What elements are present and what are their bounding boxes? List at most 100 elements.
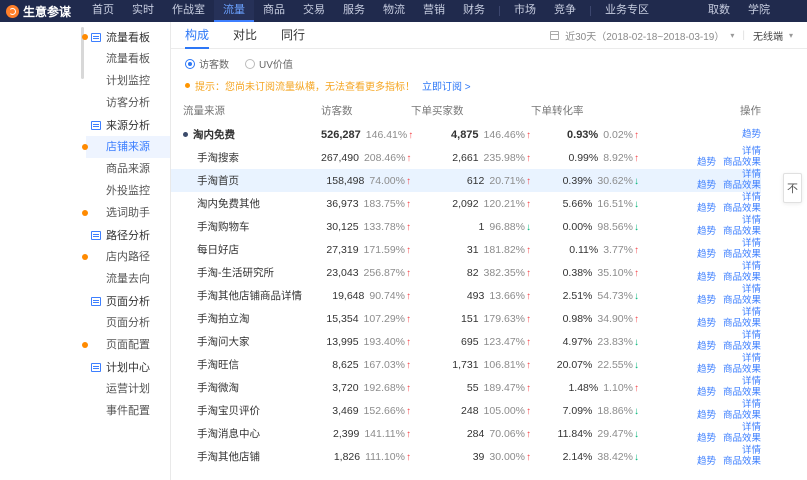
sidebar-item-page-analysis[interactable]: 页面分析 bbox=[86, 312, 170, 334]
metric-radio-uv-value[interactable]: UV价值 bbox=[245, 56, 293, 71]
trend-link[interactable]: 趋势 bbox=[697, 180, 716, 191]
tab-composition[interactable]: 构成 bbox=[185, 22, 209, 49]
product-effect-link[interactable]: 商品效果 bbox=[723, 410, 761, 421]
sidebar-group-plan-center[interactable]: 计划中心 bbox=[86, 356, 170, 378]
sidebar-group-source-analysis[interactable]: 来源分析 bbox=[86, 114, 170, 136]
sidebar-item-instore-path[interactable]: 店内路径 bbox=[86, 246, 170, 268]
trend-link[interactable]: 趋势 bbox=[697, 387, 716, 398]
trend-link[interactable]: 趋势 bbox=[697, 341, 716, 352]
product-effect-link[interactable]: 商品效果 bbox=[723, 318, 761, 329]
detail-link[interactable]: 详情 bbox=[742, 169, 761, 180]
detail-link[interactable]: 详情 bbox=[742, 445, 761, 456]
product-effect-link[interactable]: 商品效果 bbox=[723, 180, 761, 191]
detail-link[interactable]: 详情 bbox=[742, 353, 761, 364]
sidebar-item-page-config[interactable]: 页面配置 bbox=[86, 334, 170, 356]
trend-link[interactable]: 趋势 bbox=[697, 364, 716, 375]
nav-item-logistics[interactable]: 物流 bbox=[374, 0, 414, 22]
detail-link[interactable]: 详情 bbox=[742, 284, 761, 295]
trend-link[interactable]: 趋势 bbox=[697, 203, 716, 214]
nav-item-realtime[interactable]: 实时 bbox=[123, 0, 163, 22]
trend-link[interactable]: 趋势 bbox=[697, 226, 716, 237]
detail-link[interactable]: 详情 bbox=[742, 261, 761, 272]
product-effect-link[interactable]: 商品效果 bbox=[723, 341, 761, 352]
trend-link[interactable]: 趋势 bbox=[697, 157, 716, 168]
detail-link[interactable]: 详情 bbox=[742, 330, 761, 341]
feedback-tab[interactable]: 不 bbox=[783, 173, 802, 203]
nav-item-data-fetch[interactable]: 取数 bbox=[699, 0, 739, 22]
nav-item-market[interactable]: 市场 bbox=[505, 0, 545, 22]
product-effect-link[interactable]: 商品效果 bbox=[723, 387, 761, 398]
detail-link[interactable]: 详情 bbox=[742, 307, 761, 318]
expand-dot-icon[interactable] bbox=[183, 132, 188, 137]
trend-link[interactable]: 趋势 bbox=[697, 318, 716, 329]
tab-compare[interactable]: 对比 bbox=[233, 22, 257, 49]
subscribe-link[interactable]: 立即订阅 > bbox=[422, 78, 471, 93]
nav-item-academy[interactable]: 学院 bbox=[739, 0, 779, 22]
table-row[interactable]: 手淘首页158,49874.00%↑61220.71%↑0.39%30.62%↓… bbox=[171, 169, 761, 192]
table-row[interactable]: 手淘-生活研究所23,043256.87%↑82382.35%↑0.38%35.… bbox=[171, 261, 761, 284]
nav-item-traffic[interactable]: 流量 bbox=[214, 0, 254, 22]
table-row[interactable]: 手淘搜索267,490208.46%↑2,661235.98%↑0.99%8.9… bbox=[171, 146, 761, 169]
metric-radio-visitors[interactable]: 访客数 bbox=[185, 56, 229, 71]
trend-link[interactable]: 趋势 bbox=[697, 249, 716, 260]
trend-link[interactable]: 趋势 bbox=[697, 295, 716, 306]
sidebar-item-product-source[interactable]: 商品来源 bbox=[86, 158, 170, 180]
nav-item-marketing[interactable]: 营销 bbox=[414, 0, 454, 22]
product-effect-link[interactable]: 商品效果 bbox=[723, 272, 761, 283]
table-row[interactable]: 每日好店27,319171.59%↑31181.82%↑0.11%3.77%↑详… bbox=[171, 238, 761, 261]
product-effect-link[interactable]: 商品效果 bbox=[723, 203, 761, 214]
table-row[interactable]: 手淘问大家13,995193.40%↑695123.47%↑4.97%23.83… bbox=[171, 330, 761, 353]
sidebar-item-traffic-destination[interactable]: 流量去向 bbox=[86, 268, 170, 290]
nav-item-home[interactable]: 首页 bbox=[83, 0, 123, 22]
sidebar-item-external-monitor[interactable]: 外投监控 bbox=[86, 180, 170, 202]
sidebar-item-plan-monitor[interactable]: 计划监控 bbox=[86, 70, 170, 92]
table-row[interactable]: 淘内免费526,287146.41%↑4,875146.46%↑0.93%0.0… bbox=[171, 123, 761, 146]
detail-link[interactable]: 详情 bbox=[742, 399, 761, 410]
detail-link[interactable]: 详情 bbox=[742, 146, 761, 157]
trend-link[interactable]: 趋势 bbox=[742, 129, 761, 140]
detail-link[interactable]: 详情 bbox=[742, 376, 761, 387]
table-row[interactable]: 手淘消息中心2,399141.11%↑28470.06%↑11.84%29.47… bbox=[171, 422, 761, 445]
table-row[interactable]: 手淘拍立淘15,354107.29%↑151179.63%↑0.98%34.90… bbox=[171, 307, 761, 330]
nav-item-finance[interactable]: 财务 bbox=[454, 0, 494, 22]
nav-item-war-room[interactable]: 作战室 bbox=[163, 0, 214, 22]
nav-item-business-zone[interactable]: 业务专区 bbox=[596, 0, 658, 22]
sidebar-item-shop-source[interactable]: 店铺来源 bbox=[86, 136, 170, 158]
product-effect-link[interactable]: 商品效果 bbox=[723, 157, 761, 168]
product-effect-link[interactable]: 商品效果 bbox=[723, 249, 761, 260]
date-range-selector[interactable]: 近30天（2018-02-18~2018-03-19） bbox=[565, 28, 724, 43]
app-logo[interactable]: 生意参谋 bbox=[0, 3, 83, 20]
sidebar-item-event-config[interactable]: 事件配置 bbox=[86, 400, 170, 422]
detail-link[interactable]: 详情 bbox=[742, 238, 761, 249]
detail-link[interactable]: 详情 bbox=[742, 215, 761, 226]
table-row[interactable]: 手淘宝贝评价3,469152.66%↑248105.00%↑7.09%18.86… bbox=[171, 399, 761, 422]
sidebar-item-visitor-analysis[interactable]: 访客分析 bbox=[86, 92, 170, 114]
product-effect-link[interactable]: 商品效果 bbox=[723, 226, 761, 237]
channel-selector[interactable]: 无线端 bbox=[753, 28, 783, 43]
sidebar-group-traffic-dashboard[interactable]: 流量看板 bbox=[86, 26, 170, 48]
sidebar-item-traffic-dashboard[interactable]: 流量看板 bbox=[86, 48, 170, 70]
sidebar-group-path-analysis[interactable]: 路径分析 bbox=[86, 224, 170, 246]
table-row[interactable]: 手淘其他店铺商品详情19,64890.74%↑49313.66%↑2.51%54… bbox=[171, 284, 761, 307]
product-effect-link[interactable]: 商品效果 bbox=[723, 364, 761, 375]
nav-item-trade[interactable]: 交易 bbox=[294, 0, 334, 22]
trend-link[interactable]: 趋势 bbox=[697, 272, 716, 283]
table-row[interactable]: 手淘购物车30,125133.78%↑196.88%↓0.00%98.56%↓详… bbox=[171, 215, 761, 238]
sidebar-group-page-analysis[interactable]: 页面分析 bbox=[86, 290, 170, 312]
detail-link[interactable]: 详情 bbox=[742, 422, 761, 433]
table-row[interactable]: 手淘微淘3,720192.68%↑55189.47%↑1.48%1.10%↑详情… bbox=[171, 376, 761, 399]
product-effect-link[interactable]: 商品效果 bbox=[723, 433, 761, 444]
tab-peers[interactable]: 同行 bbox=[281, 22, 305, 49]
trend-link[interactable]: 趋势 bbox=[697, 456, 716, 467]
trend-link[interactable]: 趋势 bbox=[697, 410, 716, 421]
table-row[interactable]: 淘内免费其他36,973183.75%↑2,092120.21%↑5.66%16… bbox=[171, 192, 761, 215]
nav-item-competition[interactable]: 竞争 bbox=[545, 0, 585, 22]
trend-link[interactable]: 趋势 bbox=[697, 433, 716, 444]
sidebar-item-operation-plan[interactable]: 运营计划 bbox=[86, 378, 170, 400]
product-effect-link[interactable]: 商品效果 bbox=[723, 456, 761, 467]
nav-item-product[interactable]: 商品 bbox=[254, 0, 294, 22]
detail-link[interactable]: 详情 bbox=[742, 192, 761, 203]
nav-item-service[interactable]: 服务 bbox=[334, 0, 374, 22]
sidebar-item-word-helper[interactable]: 选词助手 bbox=[86, 202, 170, 224]
table-row[interactable]: 手淘旺信8,625167.03%↑1,731106.81%↑20.07%22.5… bbox=[171, 353, 761, 376]
